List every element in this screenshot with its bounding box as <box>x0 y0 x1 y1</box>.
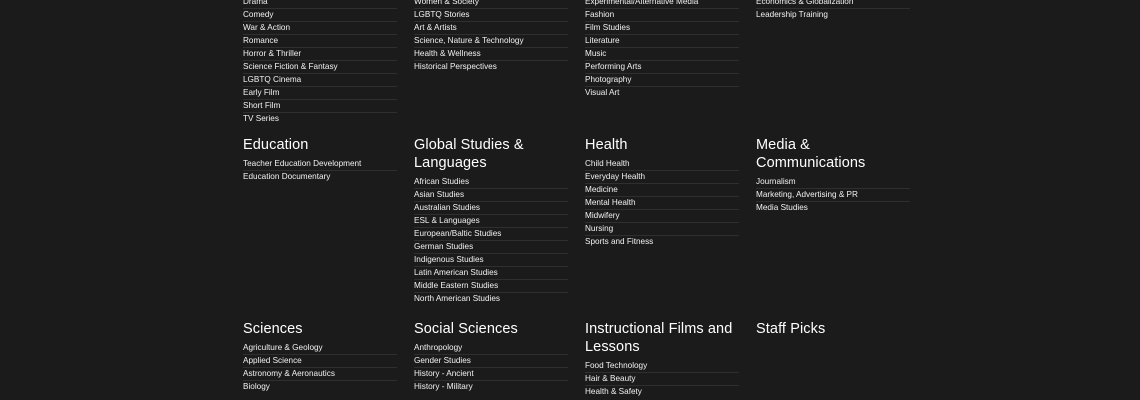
category-link[interactable]: Medicine <box>585 184 739 197</box>
category-link[interactable]: Horror & Thriller <box>243 48 397 61</box>
category-link[interactable]: LGBTQ Cinema <box>243 74 397 87</box>
category-link[interactable]: German Studies <box>414 241 568 254</box>
category-link[interactable]: Music <box>585 48 739 61</box>
category-health: Health Child Health Everyday Health Medici… <box>585 136 739 248</box>
category-link[interactable]: Literature <box>585 35 739 48</box>
category-link[interactable]: Health & Wellness <box>414 48 568 61</box>
category-title[interactable]: Media & Communications <box>756 136 910 172</box>
category-global-studies: Global Studies & Languages African Studi… <box>414 136 568 305</box>
category-link[interactable]: Middle Eastern Studies <box>414 280 568 293</box>
category-link[interactable]: Comedy <box>243 9 397 22</box>
category-film-genres: Drama Comedy War & Action Romance Horror & T… <box>243 0 397 125</box>
category-link[interactable]: Indigenous Studies <box>414 254 568 267</box>
category-education: Education Teacher Education Development E… <box>243 136 397 183</box>
category-link[interactable]: Economics & Globalization <box>756 0 910 9</box>
category-link[interactable]: LGBTQ Stories <box>414 9 568 22</box>
category-documentary-topics: Women & Society LGBTQ Stories Art & Artist… <box>414 0 568 73</box>
category-link[interactable]: History - Ancient <box>414 368 568 381</box>
category-link[interactable]: Women & Society <box>414 0 568 9</box>
category-arts: Experimental/Alternative Media Fashion Fil… <box>585 0 739 99</box>
category-link[interactable]: Gender Studies <box>414 355 568 368</box>
category-link[interactable]: Science, Nature & Technology <box>414 35 568 48</box>
category-link[interactable]: Romance <box>243 35 397 48</box>
category-link[interactable]: Science Fiction & Fantasy <box>243 61 397 74</box>
category-staff-picks: Staff Picks <box>756 320 910 342</box>
category-list: Drama Comedy War & Action Romance Horror & T… <box>243 0 397 125</box>
category-link[interactable]: Applied Science <box>243 355 397 368</box>
category-link[interactable]: Historical Perspectives <box>414 61 568 73</box>
category-list: Women & Society LGBTQ Stories Art & Artist… <box>414 0 568 73</box>
category-link[interactable]: Everyday Health <box>585 171 739 184</box>
category-list: Anthropology Gender Studies History - Anci… <box>414 342 568 393</box>
category-link[interactable]: Visual Art <box>585 87 739 99</box>
category-title[interactable]: Global Studies & Languages <box>414 136 568 172</box>
category-link[interactable]: Asian Studies <box>414 189 568 202</box>
category-link[interactable]: Photography <box>585 74 739 87</box>
category-link[interactable]: Biology <box>243 381 397 393</box>
category-link[interactable]: Marketing, Advertising & PR <box>756 189 910 202</box>
category-list: Economics & Globalization Leadership Trai… <box>756 0 910 21</box>
category-list: Food Technology Hair & Beauty Health & Saf… <box>585 360 739 398</box>
category-link[interactable]: TV Series <box>243 113 397 125</box>
category-link[interactable]: Astronomy & Aeronautics <box>243 368 397 381</box>
category-list: African Studies Asian Studies Australian S… <box>414 176 568 305</box>
category-link[interactable]: Latin American Studies <box>414 267 568 280</box>
category-link[interactable]: Health & Safety <box>585 386 739 398</box>
category-list: Experimental/Alternative Media Fashion Fil… <box>585 0 739 99</box>
category-link[interactable]: Anthropology <box>414 342 568 355</box>
category-list: Child Health Everyday Health Medicine Menta… <box>585 158 739 248</box>
category-link[interactable]: ESL & Languages <box>414 215 568 228</box>
category-list: Journalism Marketing, Advertising & PR Med… <box>756 176 910 214</box>
category-business: Economics & Globalization Leadership Trai… <box>756 0 910 21</box>
category-title[interactable]: Instructional Films and Lessons <box>585 320 739 356</box>
category-link[interactable]: Nursing <box>585 223 739 236</box>
category-title[interactable]: Sciences <box>243 320 397 338</box>
category-link[interactable]: Art & Artists <box>414 22 568 35</box>
category-link[interactable]: History - Military <box>414 381 568 393</box>
category-link[interactable]: Teacher Education Development <box>243 158 397 171</box>
category-link[interactable]: Short Film <box>243 100 397 113</box>
category-media: Media & Communications Journalism Marketi… <box>756 136 910 214</box>
category-list: Agriculture & Geology Applied Science Astr… <box>243 342 397 393</box>
category-link[interactable]: Hair & Beauty <box>585 373 739 386</box>
category-instructional: Instructional Films and Lessons Food Tec… <box>585 320 739 398</box>
category-title[interactable]: Staff Picks <box>756 320 910 338</box>
category-link[interactable]: Education Documentary <box>243 171 397 183</box>
category-link[interactable]: Mental Health <box>585 197 739 210</box>
category-link[interactable]: Midwifery <box>585 210 739 223</box>
category-title[interactable]: Health <box>585 136 739 154</box>
category-social-sciences: Social Sciences Anthropology Gender Studi… <box>414 320 568 393</box>
category-title[interactable]: Social Sciences <box>414 320 568 338</box>
category-link[interactable]: North American Studies <box>414 293 568 305</box>
category-link[interactable]: European/Baltic Studies <box>414 228 568 241</box>
category-link[interactable]: Fashion <box>585 9 739 22</box>
category-link[interactable]: Leadership Training <box>756 9 910 21</box>
category-title[interactable]: Education <box>243 136 397 154</box>
category-link[interactable]: African Studies <box>414 176 568 189</box>
category-link[interactable]: Experimental/Alternative Media <box>585 0 739 9</box>
category-link[interactable]: Journalism <box>756 176 910 189</box>
category-link[interactable]: Performing Arts <box>585 61 739 74</box>
category-link[interactable]: War & Action <box>243 22 397 35</box>
category-sciences: Sciences Agriculture & Geology Applied Sc… <box>243 320 397 393</box>
category-link[interactable]: Media Studies <box>756 202 910 214</box>
category-link[interactable]: Australian Studies <box>414 202 568 215</box>
category-link[interactable]: Film Studies <box>585 22 739 35</box>
category-link[interactable]: Drama <box>243 0 397 9</box>
category-link[interactable]: Child Health <box>585 158 739 171</box>
category-link[interactable]: Food Technology <box>585 360 739 373</box>
category-link[interactable]: Agriculture & Geology <box>243 342 397 355</box>
category-list: Teacher Education Development Education D… <box>243 158 397 183</box>
category-link[interactable]: Sports and Fitness <box>585 236 739 248</box>
category-link[interactable]: Early Film <box>243 87 397 100</box>
